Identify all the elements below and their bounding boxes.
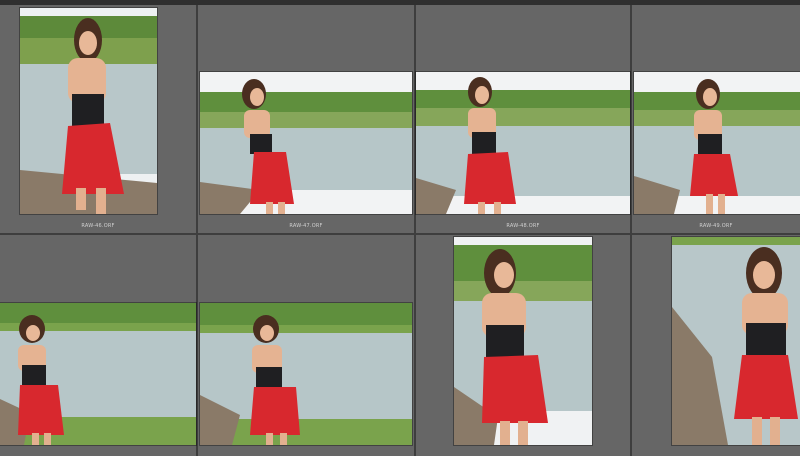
thumbnail-filename-1: RAW-46.ORF [81,223,115,229]
thumbnail-cell-8[interactable] [632,235,800,456]
photo-thumbnail-6[interactable] [200,303,412,445]
photo-thumbnail-4[interactable] [634,72,800,214]
thumbnail-filename-3: RAW-48.ORF [506,223,540,229]
photo-thumbnail-3[interactable] [416,72,630,214]
thumbnail-cell-1[interactable]: RAW-46.ORF [0,5,196,233]
thumbnail-cell-5[interactable] [0,235,196,456]
photo-thumbnail-2[interactable] [200,72,412,214]
thumbnail-filename-4: RAW-49.ORF [699,223,733,229]
photo-image-1 [20,8,157,214]
thumbnail-grid: RAW-46.ORF RAW-47.ORF RAW-48.ORF RAW-49.… [0,5,800,456]
photo-image-6 [200,303,412,445]
photo-image-4 [634,72,800,214]
photo-image-5 [0,303,196,445]
photo-thumbnail-8[interactable] [672,237,800,445]
photo-image-3 [416,72,630,214]
thumbnail-cell-7[interactable] [416,235,630,456]
thumbnail-cell-4[interactable]: RAW-49.ORF [632,5,800,233]
photo-image-8 [672,237,800,445]
thumbnail-cell-3[interactable]: RAW-48.ORF [416,5,630,233]
photo-thumbnail-5[interactable] [0,303,196,445]
photo-image-7 [454,237,592,445]
photo-thumbnail-1[interactable] [20,8,157,214]
thumbnail-cell-6[interactable] [198,235,414,456]
thumbnail-filename-2: RAW-47.ORF [289,223,323,229]
photo-thumbnail-7[interactable] [454,237,592,445]
thumbnail-cell-2[interactable]: RAW-47.ORF [198,5,414,233]
photo-image-2 [200,72,412,214]
